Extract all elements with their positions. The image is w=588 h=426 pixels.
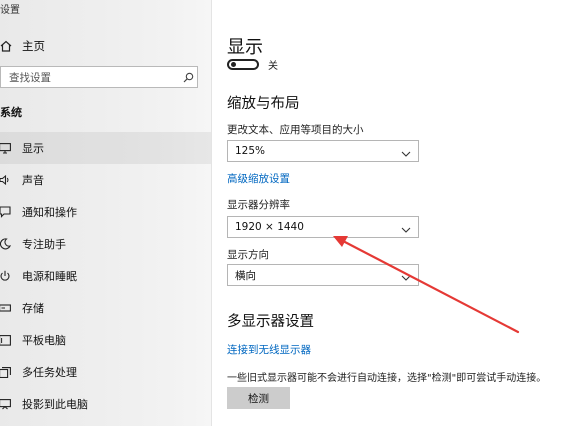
- sidebar-section-label: 系统: [0, 106, 22, 119]
- toggle-state-label: 关: [268, 61, 278, 72]
- chevron-down-icon: [401, 266, 411, 285]
- power-icon: [0, 269, 12, 283]
- sidebar-item-label: 显示: [22, 142, 44, 155]
- home-label: 主页: [22, 39, 45, 53]
- sidebar-item-label: 存储: [22, 302, 44, 315]
- settings-window: 设置 主页 查找设置 系统 显示 声音 通知和操作 专注助手 电源和睡眠 存储 …: [0, 0, 588, 426]
- sidebar-item-sound[interactable]: 声音: [0, 164, 211, 196]
- night-light-toggle-row: 关: [227, 57, 278, 72]
- resolution-dropdown[interactable]: 1920 × 1440: [227, 216, 419, 238]
- home-icon: [0, 40, 12, 52]
- sidebar-item-focus-assist[interactable]: 专注助手: [0, 228, 211, 260]
- search-placeholder: 查找设置: [9, 71, 51, 84]
- multitask-icon: [0, 365, 12, 379]
- tablet-icon: [0, 333, 12, 347]
- chevron-down-icon: [401, 142, 411, 161]
- moon-icon: [0, 237, 12, 251]
- toggle-knob: [231, 62, 236, 67]
- storage-icon: [0, 301, 12, 315]
- sidebar-item-multitasking[interactable]: 多任务处理: [0, 356, 211, 388]
- sidebar-item-storage[interactable]: 存储: [0, 292, 211, 324]
- resolution-label: 显示器分辨率: [227, 199, 290, 211]
- window-title: 设置: [0, 5, 20, 16]
- sidebar-item-label: 投影到此电脑: [22, 398, 88, 411]
- text-size-dropdown[interactable]: 125%: [227, 140, 419, 162]
- project-icon: [0, 397, 12, 411]
- chevron-down-icon: [401, 218, 411, 237]
- main-content: 显示 关 缩放与布局 更改文本、应用等项目的大小 125% 高级缩放设置 显示器…: [212, 0, 588, 426]
- sidebar-item-label: 平板电脑: [22, 334, 66, 347]
- home-nav-item[interactable]: 主页: [0, 38, 45, 54]
- page-title: 显示: [227, 37, 263, 58]
- orientation-label: 显示方向: [227, 249, 269, 261]
- wireless-display-link[interactable]: 连接到无线显示器: [227, 342, 311, 357]
- search-input[interactable]: 查找设置: [0, 66, 198, 88]
- night-light-toggle[interactable]: [227, 59, 259, 70]
- resolution-value: 1920 × 1440: [235, 221, 304, 233]
- sidebar-nav: 显示 声音 通知和操作 专注助手 电源和睡眠 存储 平板电脑 多任务处理 投影到…: [0, 132, 211, 420]
- speaker-icon: [0, 173, 12, 187]
- sidebar-item-label: 通知和操作: [22, 206, 77, 219]
- orientation-value: 横向: [235, 269, 256, 282]
- detect-note: 一些旧式显示器可能不会进行自动连接，选择"检测"即可尝试手动连接。: [227, 373, 547, 384]
- sidebar-item-display[interactable]: 显示: [0, 132, 211, 164]
- notification-icon: [0, 205, 12, 219]
- sidebar-item-label: 声音: [22, 174, 44, 187]
- text-size-label: 更改文本、应用等项目的大小: [227, 124, 364, 136]
- text-size-value: 125%: [235, 145, 266, 157]
- sidebar-item-power-sleep[interactable]: 电源和睡眠: [0, 260, 211, 292]
- multi-display-heading: 多显示器设置: [227, 314, 314, 330]
- sidebar-item-label: 专注助手: [22, 238, 66, 251]
- orientation-dropdown[interactable]: 横向: [227, 264, 419, 286]
- scale-layout-heading: 缩放与布局: [227, 96, 300, 112]
- monitor-icon: [0, 141, 12, 155]
- sidebar-item-label: 多任务处理: [22, 366, 77, 379]
- search-icon[interactable]: [179, 68, 197, 86]
- sidebar-item-tablet[interactable]: 平板电脑: [0, 324, 211, 356]
- sidebar-item-project[interactable]: 投影到此电脑: [0, 388, 211, 420]
- sidebar: 设置 主页 查找设置 系统 显示 声音 通知和操作 专注助手 电源和睡眠 存储 …: [0, 0, 212, 426]
- advanced-scaling-link[interactable]: 高级缩放设置: [227, 171, 290, 186]
- sidebar-item-label: 电源和睡眠: [22, 270, 77, 283]
- detect-button[interactable]: 检测: [227, 387, 290, 409]
- sidebar-item-notifications[interactable]: 通知和操作: [0, 196, 211, 228]
